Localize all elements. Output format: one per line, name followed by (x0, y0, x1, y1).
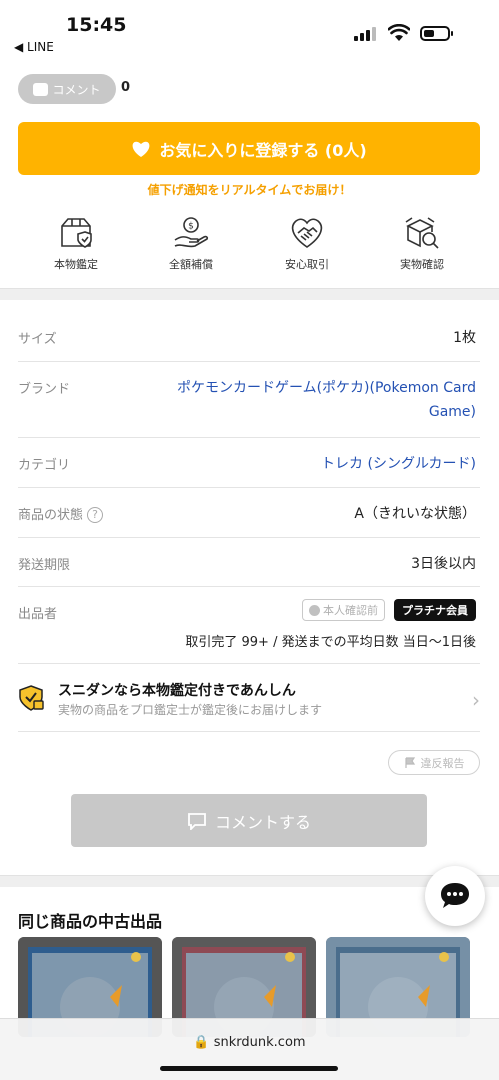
brand-link[interactable]: ポケモンカードゲーム(ポケカ)(Pokemon Card Game) (177, 376, 476, 424)
handshake-heart-icon (291, 218, 323, 248)
feature-label: 本物鑑定 (54, 258, 98, 271)
section-divider (0, 875, 499, 887)
price-drop-note: 値下げ通知をリアルタイムでお届け！ (147, 183, 352, 197)
category-row: カテゴリ トレカ (シングルカード) (18, 438, 480, 488)
report-button[interactable]: 違反報告 (388, 750, 480, 775)
help-icon[interactable]: ? (87, 507, 104, 523)
shield-check-icon (19, 685, 44, 711)
post-comment-button[interactable]: コメントする (71, 794, 427, 847)
box-magnifier-icon (405, 217, 439, 249)
shipping-value: 3日後以内 (411, 556, 476, 572)
add-favorite-button[interactable]: お気に入りに登録する (0人) (18, 122, 480, 175)
brand-row: ブランド ポケモンカードゲーム(ポケカ)(Pokemon Card Game) (18, 362, 480, 438)
condition-value: A（きれいな状態） (354, 506, 476, 522)
comment-count: 0 (121, 80, 131, 95)
svg-text:$: $ (188, 222, 194, 232)
feature-authentic: 本物鑑定 (21, 216, 131, 272)
feature-strip: 本物鑑定 $ 全額補償 安心取引 実物確認 (0, 216, 499, 276)
money-hand-icon: $ (174, 217, 209, 248)
comment-count-button[interactable]: コメント (18, 74, 116, 104)
heart-icon (132, 141, 150, 157)
size-label: サイズ (18, 332, 57, 347)
identity-unverified-badge: 本人確認前 (302, 599, 385, 621)
assurance-subtitle: 実物の商品をプロ鑑定士が鑑定後にお届けします (58, 703, 323, 717)
chat-bubble-icon (441, 883, 469, 908)
check-shield-icon (309, 604, 320, 616)
assurance-title: スニダンなら本物鑑定付きであんしん (58, 683, 296, 699)
chevron-right-icon: › (472, 688, 480, 712)
section-divider (0, 288, 499, 300)
size-row: サイズ 1枚 (18, 312, 480, 362)
seller-stats: 取引完了 99+ / 発送までの平均日数 当日〜1日後 (185, 635, 476, 650)
comment-pill-label: コメント (52, 82, 101, 97)
url-domain: snkrdunk.com (213, 1035, 306, 1050)
authenticity-assurance-banner[interactable]: スニダンなら本物鑑定付きであんしん 実物の商品をプロ鑑定士が鑑定後にお届けします… (18, 664, 480, 732)
feature-label: 全額補償 (169, 258, 213, 271)
clock: 15:45 (66, 14, 127, 36)
comment-bubble-icon (33, 82, 49, 96)
cellular-signal-icon (354, 27, 376, 41)
condition-label-text: 商品の状態 (18, 508, 84, 523)
comment-bubble-icon (188, 812, 206, 830)
shipping-label: 発送期限 (18, 558, 71, 573)
feature-inspection: 実物確認 (367, 216, 477, 272)
platinum-member-badge: プラチナ会員 (394, 599, 476, 621)
browser-url-bar[interactable]: 🔒 snkrdunk.com (0, 1018, 499, 1080)
feature-label: 実物確認 (400, 258, 444, 271)
condition-label: 商品の状態? (18, 504, 104, 523)
wifi-icon (388, 24, 410, 41)
status-bar: 15:45 ◀ LINE (0, 0, 499, 62)
brand-label: ブランド (18, 382, 71, 397)
seller-row[interactable]: 出品者 本人確認前 プラチナ会員 取引完了 99+ / 発送までの平均日数 当日… (18, 587, 480, 664)
similar-listings-title: 同じ商品の中古出品 (18, 912, 163, 931)
home-indicator[interactable] (160, 1066, 338, 1071)
shipping-row: 発送期限 3日後以内 (18, 538, 480, 587)
authentic-box-icon (61, 218, 92, 248)
identity-badge-label: 本人確認前 (323, 604, 378, 617)
url-display: 🔒 snkrdunk.com (0, 1035, 499, 1050)
feature-label: 安心取引 (285, 258, 329, 271)
flag-icon (404, 756, 415, 768)
back-to-line-link[interactable]: ◀ LINE (14, 40, 54, 54)
add-favorite-label: お気に入りに登録する (0人) (159, 140, 367, 160)
post-comment-label: コメントする (214, 812, 311, 832)
seller-label: 出品者 (18, 607, 58, 622)
brand-name-line2: Game) (428, 404, 476, 420)
size-value: 1枚 (453, 330, 476, 346)
battery-icon (420, 26, 453, 41)
feature-compensation: $ 全額補償 (136, 216, 246, 272)
category-label: カテゴリ (18, 458, 71, 473)
brand-name-line1: ポケモンカードゲーム(ポケカ)(Pokemon Card (177, 380, 476, 396)
lock-icon: 🔒 (193, 1035, 210, 1050)
category-link[interactable]: トレカ (シングルカード) (321, 453, 476, 473)
feature-safe-trade: 安心取引 (252, 216, 362, 272)
chat-button[interactable] (425, 866, 485, 926)
report-label: 違反報告 (420, 756, 465, 770)
condition-row: 商品の状態? A（きれいな状態） (18, 488, 480, 538)
